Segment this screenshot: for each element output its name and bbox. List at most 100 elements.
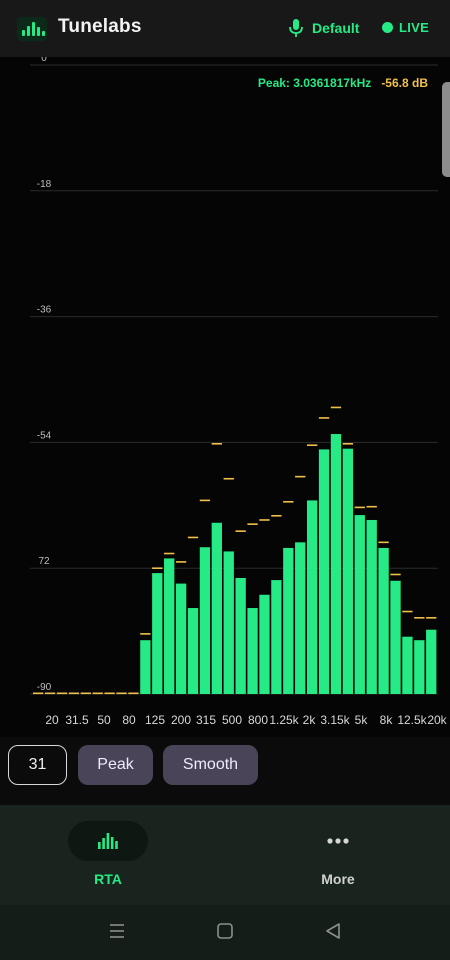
spectrum-bar: [283, 547, 294, 694]
x-tick-label: 315: [196, 713, 216, 727]
spectrum-bar: [414, 640, 425, 694]
spectrum-bar: [342, 448, 354, 694]
peak-level: -56.8 dB: [381, 76, 428, 90]
nav-label-rta: RTA: [94, 871, 122, 887]
spectrum-bar: [426, 629, 437, 694]
back-triangle-icon[interactable]: [325, 923, 341, 939]
peak-hold-marker: [187, 536, 199, 539]
y-tick-label: -54: [37, 430, 52, 441]
nav-item-more[interactable]: More: [278, 821, 398, 887]
live-label: LIVE: [399, 20, 430, 35]
peak-hold-marker: [68, 692, 80, 695]
peak-hold-marker: [247, 523, 258, 525]
live-dot-icon: [382, 22, 393, 33]
spectrum-bar: [247, 608, 258, 694]
spectrum-svg: 0 -18 -36 -54 72 -90 20 31.5 50 80 125 200 315 500 800…: [30, 57, 448, 727]
spectrum-bar: [390, 580, 401, 694]
peak-hold-toggle[interactable]: Peak: [78, 745, 153, 785]
bottom-navigation: RTA More: [0, 805, 450, 905]
y-tick-label: -36: [37, 305, 52, 316]
input-device-label: Default: [312, 20, 360, 36]
peak-hold-marker: [366, 505, 377, 508]
spectrum-bar: [199, 547, 211, 694]
band-count-button[interactable]: 31: [8, 745, 67, 785]
y-tick-label: 72: [38, 556, 50, 567]
nav-rta-pill: [68, 821, 148, 861]
x-tick-label: 2k: [303, 713, 317, 727]
equalizer-bars-icon: [17, 17, 47, 41]
peak-hold-marker: [199, 499, 211, 502]
spectrum-chart[interactable]: 0 -18 -36 -54 72 -90 20 31.5 50 80 125 200 315 500 800…: [0, 57, 450, 737]
spectrum-bar: [187, 608, 199, 694]
x-tick-label: 80: [122, 713, 136, 727]
peak-frequency: Peak: 3.0361817kHz: [257, 76, 372, 90]
peak-hold-marker: [80, 692, 91, 695]
peak-hold-marker: [56, 692, 68, 695]
peak-hold-marker: [164, 552, 175, 555]
spectrum-bar: [318, 449, 330, 694]
spectrum-bar: [295, 542, 306, 694]
x-tick-label: 500: [222, 713, 242, 727]
peak-hold-marker: [92, 692, 103, 695]
spectrum-bar: [175, 583, 187, 694]
peak-readout: Peak: 3.0361817kHz -56.8 dB: [258, 76, 428, 90]
peak-hold-marker: [318, 417, 330, 419]
spectrum-bar: [402, 636, 413, 694]
x-tick-label: 800: [248, 713, 268, 727]
x-tick-label: 50: [97, 713, 111, 727]
smooth-toggle[interactable]: Smooth: [163, 745, 258, 785]
peak-hold-marker: [116, 692, 127, 695]
peak-hold-marker: [33, 692, 44, 695]
spectrum-bar: [235, 577, 246, 694]
scrollbar-thumb[interactable]: [442, 82, 450, 177]
spectrum-bar: [211, 522, 222, 694]
spectrum-bar: [164, 558, 175, 694]
peak-hold-marker: [140, 633, 151, 635]
x-tick-label: 5k: [355, 713, 369, 727]
peak-hold-marker: [342, 442, 354, 445]
y-tick-label: -90: [37, 682, 52, 693]
peak-hold-marker: [354, 506, 365, 509]
x-tick-label: 8k: [380, 713, 394, 727]
x-tick-label: 20k: [427, 713, 447, 727]
nav-item-rta[interactable]: RTA: [48, 821, 168, 887]
spectrum-bar: [306, 500, 318, 694]
x-tick-label: 200: [171, 713, 191, 727]
live-status[interactable]: LIVE: [382, 20, 429, 35]
peak-hold-marker: [295, 475, 306, 478]
nav-label-more: More: [321, 871, 355, 887]
spectrum-bar: [271, 580, 282, 694]
peak-hold-marker: [128, 692, 139, 695]
nav-more-pill: [298, 821, 378, 861]
app-title: Tunelabs: [58, 16, 142, 37]
x-tick-label: 20: [45, 713, 59, 727]
home-square-icon[interactable]: [217, 923, 233, 939]
spectrum-bar: [223, 551, 234, 694]
spectrum-bar: [366, 519, 377, 694]
peak-hold-marker: [426, 617, 437, 619]
spectrum-bar: [330, 434, 342, 694]
menu-lines-icon[interactable]: [109, 923, 125, 939]
more-dots-icon: [327, 838, 349, 844]
peak-hold-marker: [235, 530, 246, 532]
x-tick-label: 12.5k: [397, 713, 427, 727]
peak-hold-marker: [414, 617, 425, 619]
peak-hold-marker: [175, 561, 187, 563]
microphone-icon: [289, 19, 303, 37]
peak-hold-marker: [283, 501, 294, 503]
peak-hold-marker: [271, 514, 282, 517]
x-tick-label: 31.5: [65, 713, 89, 727]
y-tick-label: 0: [41, 57, 47, 64]
peak-hold-marker: [259, 519, 270, 521]
peak-hold-marker: [378, 541, 389, 544]
x-tick-label: 3.15k: [320, 713, 350, 727]
spectrum-bar: [354, 515, 365, 694]
spectrum-bar: [259, 594, 270, 694]
peak-hold-marker: [390, 573, 401, 576]
system-navigation-bar: [0, 905, 450, 960]
peak-hold-marker: [104, 692, 115, 695]
spectrum-bar: [152, 573, 163, 694]
peak-hold-marker: [211, 442, 222, 445]
audio-input-selector[interactable]: Default: [288, 19, 359, 37]
app-header: Tunelabs Default LIVE: [0, 0, 450, 57]
